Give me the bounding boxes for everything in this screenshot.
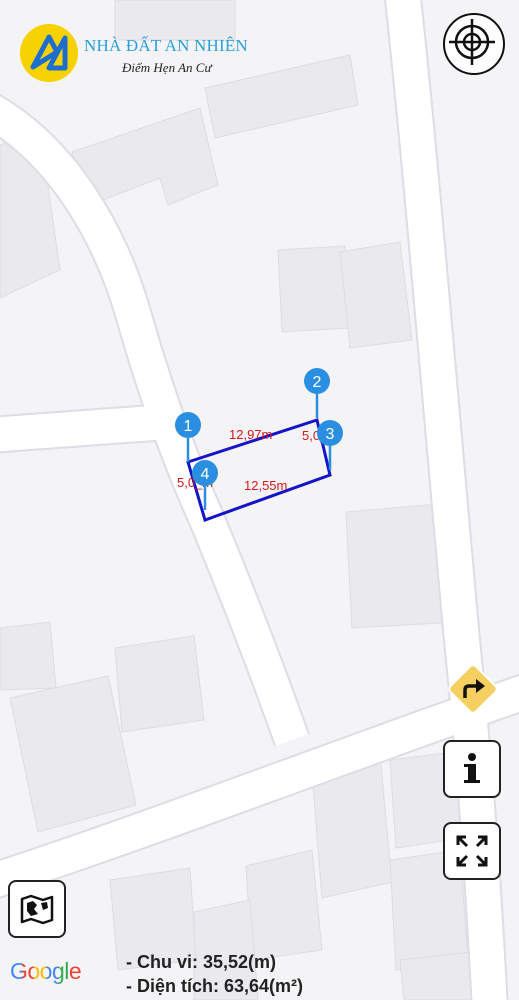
map-canvas[interactable]: 12,97m 5,0_m 12,55m 5,0_m 1 2 3 4 bbox=[0, 0, 519, 1000]
marker-label-4: 4 bbox=[201, 466, 210, 483]
fullscreen-button[interactable] bbox=[443, 822, 501, 880]
brand-logo: NHÀ ĐẤT AN NHIÊN Điểm Hẹn An Cư bbox=[20, 24, 280, 84]
marker-label-3: 3 bbox=[326, 426, 335, 443]
marker-label-1: 1 bbox=[184, 418, 193, 435]
directions-button[interactable] bbox=[444, 660, 502, 718]
brand-slogan: Điểm Hẹn An Cư bbox=[122, 60, 212, 75]
info-button[interactable] bbox=[443, 740, 501, 798]
crosshair-icon bbox=[449, 19, 495, 65]
edge-label-3-4: 12,55m bbox=[244, 478, 287, 493]
turn-right-icon bbox=[448, 664, 498, 714]
google-wordmark: Google bbox=[10, 958, 82, 984]
marker-label-2: 2 bbox=[313, 374, 322, 391]
edge-label-1-2: 12,97m bbox=[229, 427, 272, 442]
perimeter-text: - Chu vi: 35,52(m) bbox=[126, 952, 277, 972]
logo-emblem bbox=[20, 24, 78, 82]
area-text: - Diện tích: 63,64(m²) bbox=[126, 976, 304, 996]
map-type-button[interactable] bbox=[8, 880, 66, 938]
map-layers-icon bbox=[20, 894, 54, 925]
measurement-summary: - Chu vi: 35,52(m) - Diện tích: 63,64(m²… bbox=[126, 950, 303, 998]
brand-name: NHÀ ĐẤT AN NHIÊN bbox=[84, 36, 248, 55]
my-location-button[interactable] bbox=[443, 13, 505, 75]
info-icon bbox=[464, 753, 480, 783]
fullscreen-icon bbox=[456, 835, 488, 867]
google-attribution: Google bbox=[10, 958, 82, 985]
logo-mark-icon bbox=[30, 34, 68, 71]
